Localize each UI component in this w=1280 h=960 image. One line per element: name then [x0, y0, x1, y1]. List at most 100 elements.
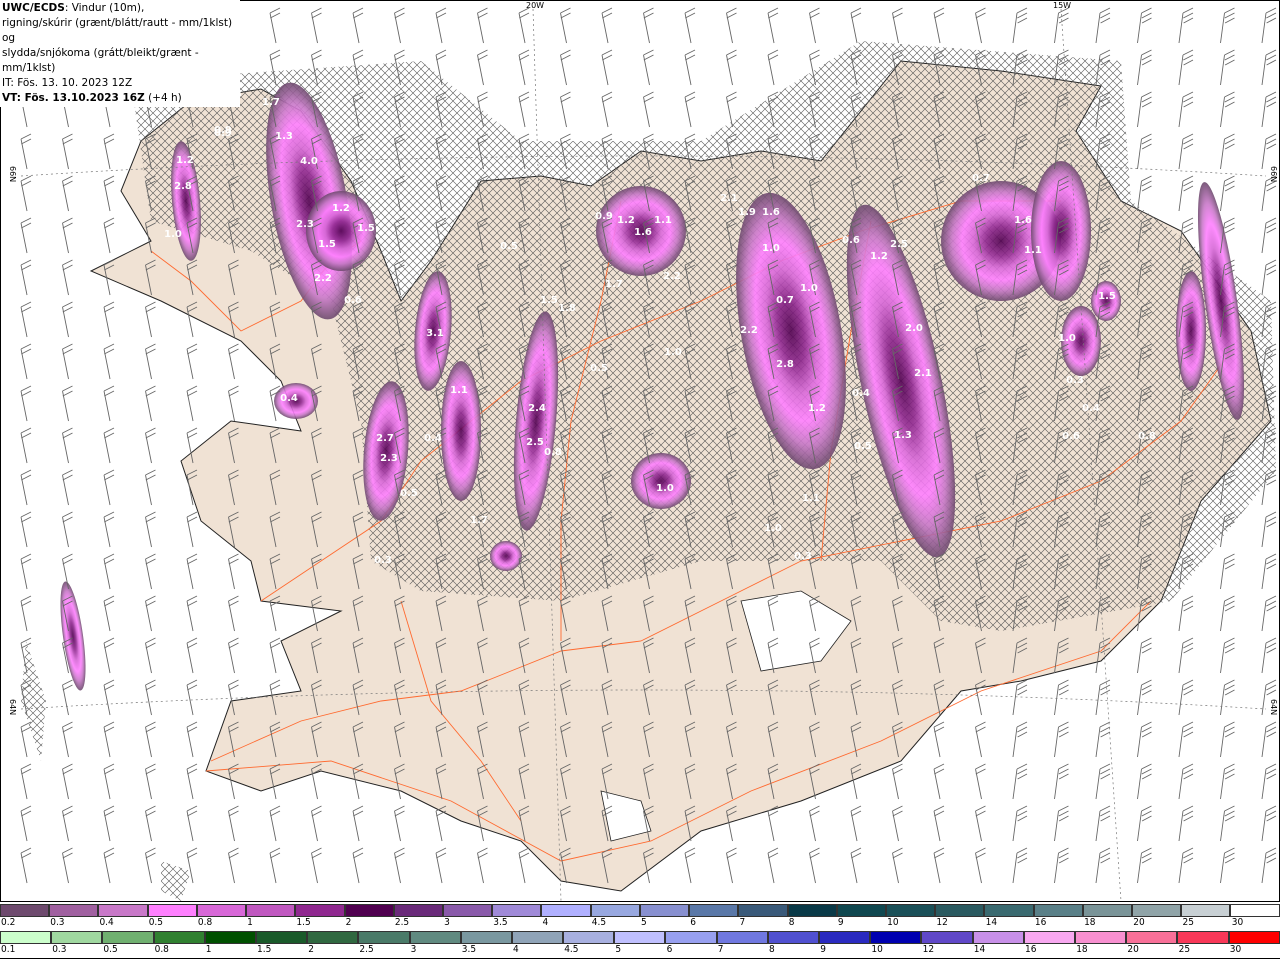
wind-barb — [20, 259, 32, 296]
precip-value-label: 0.9 — [595, 211, 613, 222]
wind-barb — [352, 847, 364, 884]
rain-legend-label: 0.3 — [52, 944, 67, 955]
weather-map[interactable]: 20W 15W 66N 66N 64N 64N 0.9 0.8 0.4 0.9 1.7 1… — [0, 0, 1280, 902]
precip-value-label: 1.0 — [164, 229, 182, 240]
snow-legend-label: 1 — [247, 917, 253, 928]
rain-legend-label: 16 — [1025, 944, 1037, 955]
rain-legend-swatch — [767, 931, 819, 944]
wind-barb — [1261, 847, 1277, 884]
precip-value-label: 1.2 — [870, 251, 888, 262]
rain-legend-swatch — [563, 931, 615, 944]
wind-barb — [643, 91, 654, 128]
rain-legend-label: 4 — [513, 944, 519, 955]
wind-barb — [1220, 553, 1235, 590]
wind-barb — [394, 7, 405, 44]
wind-barb — [186, 511, 198, 548]
precip-value-label: 0.5 — [854, 441, 872, 452]
precip-value-label: 1.6 — [762, 207, 780, 218]
wind-barb — [1220, 175, 1235, 212]
snow-legend-swatch — [492, 904, 542, 917]
wind-barb — [1178, 7, 1194, 44]
snow-legend-swatch — [689, 904, 739, 917]
precip-value-label: 0.6 — [842, 235, 860, 246]
wind-barb — [767, 49, 779, 86]
wind-barb — [684, 847, 696, 884]
rain-legend-swatch — [204, 931, 256, 944]
wind-barb — [850, 7, 862, 44]
precip-value-label: 1.2 — [176, 155, 194, 166]
lon-label-20w: 20W — [526, 1, 544, 10]
precip-value-label: 1.6 — [634, 227, 652, 238]
wind-barb — [933, 847, 945, 884]
precip-area — [1031, 161, 1091, 301]
rain-legend-swatch — [0, 931, 52, 944]
snow-legend-swatch — [541, 904, 591, 917]
snow-legend-label: 7 — [739, 917, 746, 928]
wind-barb — [62, 721, 73, 758]
title-line1: : Vindur (10m), — [64, 2, 145, 14]
wind-barb — [228, 805, 239, 842]
wind-barb — [103, 175, 115, 212]
wind-barb — [145, 679, 156, 716]
precip-value-label: 1.3 — [275, 131, 293, 142]
wind-barb — [1054, 763, 1069, 800]
snow-legend-label: 18 — [1084, 917, 1096, 928]
wind-barb — [518, 7, 530, 44]
wind-barb — [933, 763, 945, 800]
precip-value-label: 1.0 — [1058, 333, 1076, 344]
wind-barb — [601, 49, 613, 86]
wind-barb — [62, 679, 73, 716]
wind-barb — [933, 721, 945, 758]
wind-barb — [1178, 805, 1194, 842]
wind-barb — [103, 595, 115, 632]
precip-value-label: 1.5 — [1098, 291, 1116, 302]
wind-barb — [1137, 637, 1152, 674]
wind-barb — [20, 385, 32, 422]
wind-barb — [477, 847, 488, 884]
wind-barb — [1137, 7, 1152, 44]
wind-barb — [62, 259, 73, 296]
wind-barb — [435, 7, 447, 44]
wind-barb — [103, 721, 115, 758]
wind-barb — [684, 49, 696, 86]
wind-barb — [1012, 763, 1028, 800]
wind-barb — [809, 847, 820, 884]
wind-barb — [560, 49, 571, 86]
wind-barb — [850, 847, 862, 884]
wind-barb — [228, 637, 239, 674]
wind-barb — [1095, 847, 1111, 884]
precip-area — [631, 453, 691, 509]
wind-barb — [643, 49, 654, 86]
rain-legend-swatch — [972, 931, 1024, 944]
wind-barb — [1261, 553, 1277, 590]
wind-barb — [145, 343, 156, 380]
wind-barb — [20, 133, 32, 170]
rain-legend-swatch — [819, 931, 871, 944]
wind-barb — [1137, 763, 1152, 800]
wind-barb — [1261, 763, 1277, 800]
wind-barb — [269, 847, 281, 884]
wind-barb — [518, 847, 530, 884]
rain-legend-label: 7 — [717, 944, 724, 955]
wind-barb — [145, 721, 156, 758]
wind-barb — [1220, 91, 1235, 128]
wind-barb — [1178, 49, 1194, 86]
snow-legend-swatch — [196, 904, 247, 917]
precip-value-label: 0.5 — [400, 488, 418, 499]
snow-legend-swatch — [49, 904, 99, 917]
rain-legend-label: 10 — [871, 944, 883, 955]
wind-barb — [975, 721, 986, 758]
wind-barb — [145, 847, 156, 884]
rain-legend-label: 20 — [1127, 944, 1139, 955]
precip-value-label: 0.8 — [1138, 431, 1156, 442]
wind-barb — [20, 511, 32, 548]
precip-value-label: 0.4 — [1082, 403, 1100, 414]
snow-legend-swatch — [442, 904, 493, 917]
rain-legend-swatch — [511, 931, 564, 944]
snow-legend-swatch — [639, 904, 690, 917]
rain-legend-swatch — [358, 931, 410, 944]
snow-legend-label: 3 — [444, 917, 450, 928]
wind-barb — [145, 595, 156, 632]
snow-legend-label: 4.5 — [591, 917, 607, 928]
wind-barb — [103, 343, 115, 380]
